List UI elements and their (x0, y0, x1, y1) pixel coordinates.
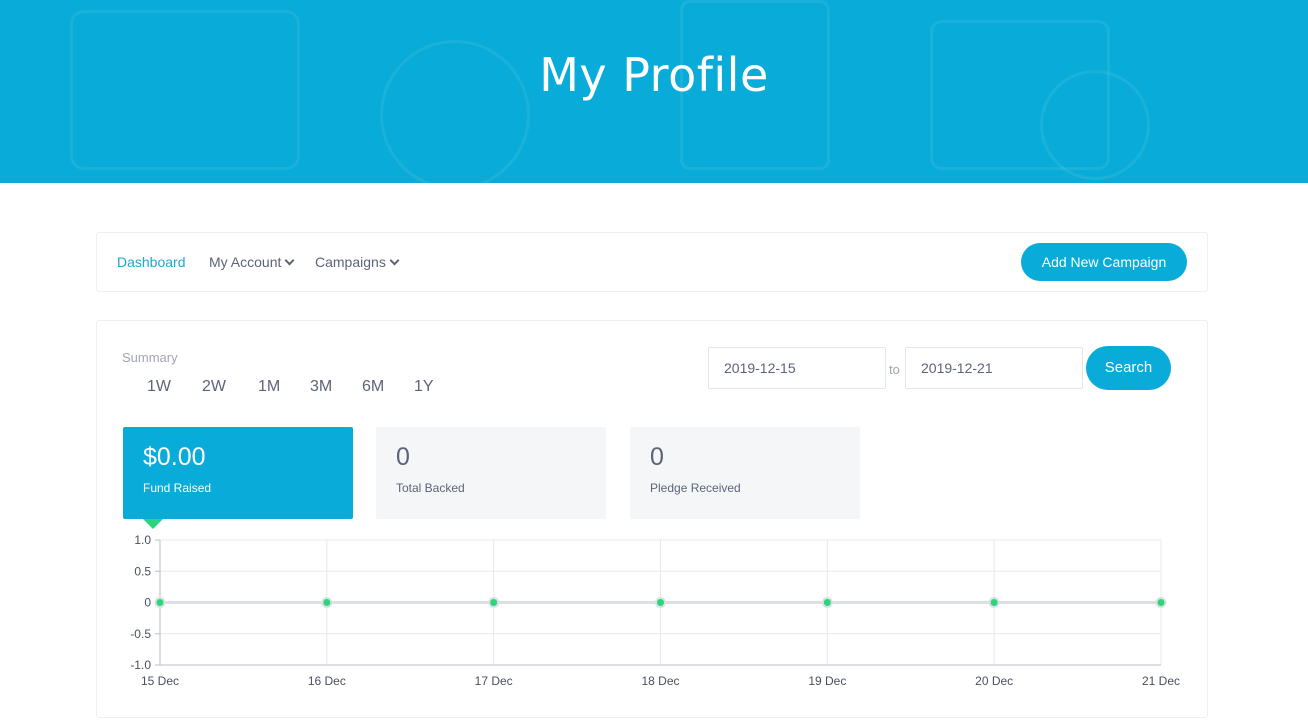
x-tick-label: 18 Dec (641, 674, 679, 688)
y-tick-label: 0 (144, 596, 151, 610)
data-point (1157, 599, 1165, 606)
x-tick-label: 19 Dec (808, 674, 846, 688)
data-point (156, 599, 164, 606)
x-tick-label: 20 Dec (975, 674, 1013, 688)
y-tick-label: -0.5 (130, 627, 151, 641)
fund-chart: 1.0 0.5 0 -0.5 -1.0 15 Dec 16 Dec 17 Dec 18 Dec 1… (130, 533, 1180, 688)
add-new-campaign-button[interactable]: Add New Campaign (1021, 243, 1187, 281)
x-tick-label: 17 Dec (475, 674, 513, 688)
y-tick-label: 0.5 (134, 564, 151, 578)
x-tick-label: 16 Dec (308, 674, 346, 688)
data-point (490, 599, 498, 606)
data-point (823, 599, 831, 606)
nav-my-account[interactable]: My Account (209, 254, 295, 270)
chevron-down-icon (389, 255, 400, 266)
data-point (657, 599, 664, 606)
data-point (323, 599, 331, 606)
nav-campaigns-label: Campaigns (315, 254, 386, 270)
nav-campaigns[interactable]: Campaigns (315, 254, 400, 270)
data-point (990, 599, 998, 606)
hero-banner: My Profile (0, 0, 1308, 183)
x-tick-label: 21 Dec (1142, 674, 1180, 688)
x-tick-label: 15 Dec (141, 674, 179, 688)
y-tick-label: 1.0 (134, 533, 151, 547)
chevron-down-icon (284, 255, 295, 266)
y-tick-label: -1.0 (130, 658, 151, 672)
page-title: My Profile (539, 48, 769, 102)
dashboard-summary-card: Summary 1W 2W 1M 3M 6M 1Y to Search $0.0… (96, 320, 1208, 718)
nav-my-account-label: My Account (209, 254, 282, 270)
nav-dashboard[interactable]: Dashboard (117, 254, 186, 270)
profile-navbar: Dashboard My Account Campaigns Add New C… (96, 232, 1208, 292)
